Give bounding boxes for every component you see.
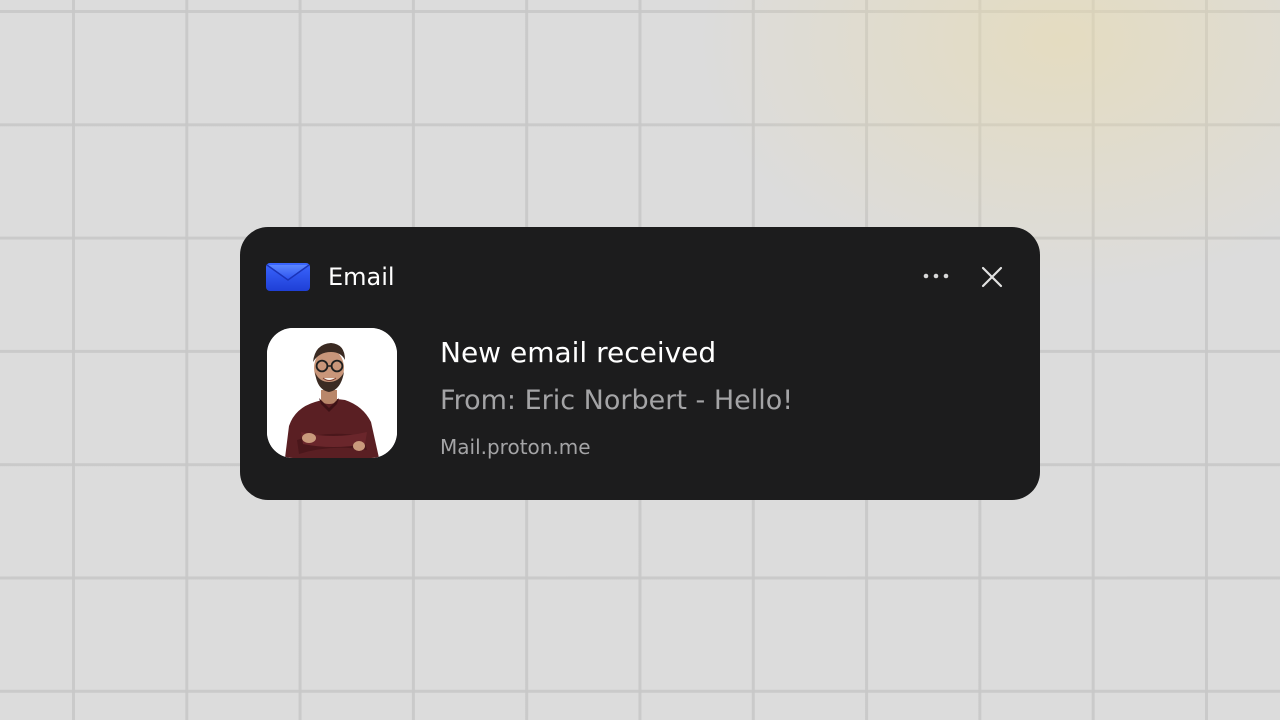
email-notification-card[interactable]: Email New email received From: Eric Norb… [240, 227, 1040, 500]
notification-subtitle: From: Eric Norbert - Hello! [440, 385, 794, 416]
close-icon [981, 266, 1003, 288]
app-name-label: Email [328, 263, 395, 291]
close-button[interactable] [974, 260, 1010, 294]
envelope-icon [266, 263, 310, 291]
notification-title: New email received [440, 336, 717, 369]
notification-source: Mail.proton.me [440, 435, 591, 459]
sender-avatar [267, 328, 397, 458]
sender-photo [267, 328, 397, 458]
more-options-button[interactable] [916, 259, 956, 293]
more-horizontal-icon [923, 273, 949, 279]
